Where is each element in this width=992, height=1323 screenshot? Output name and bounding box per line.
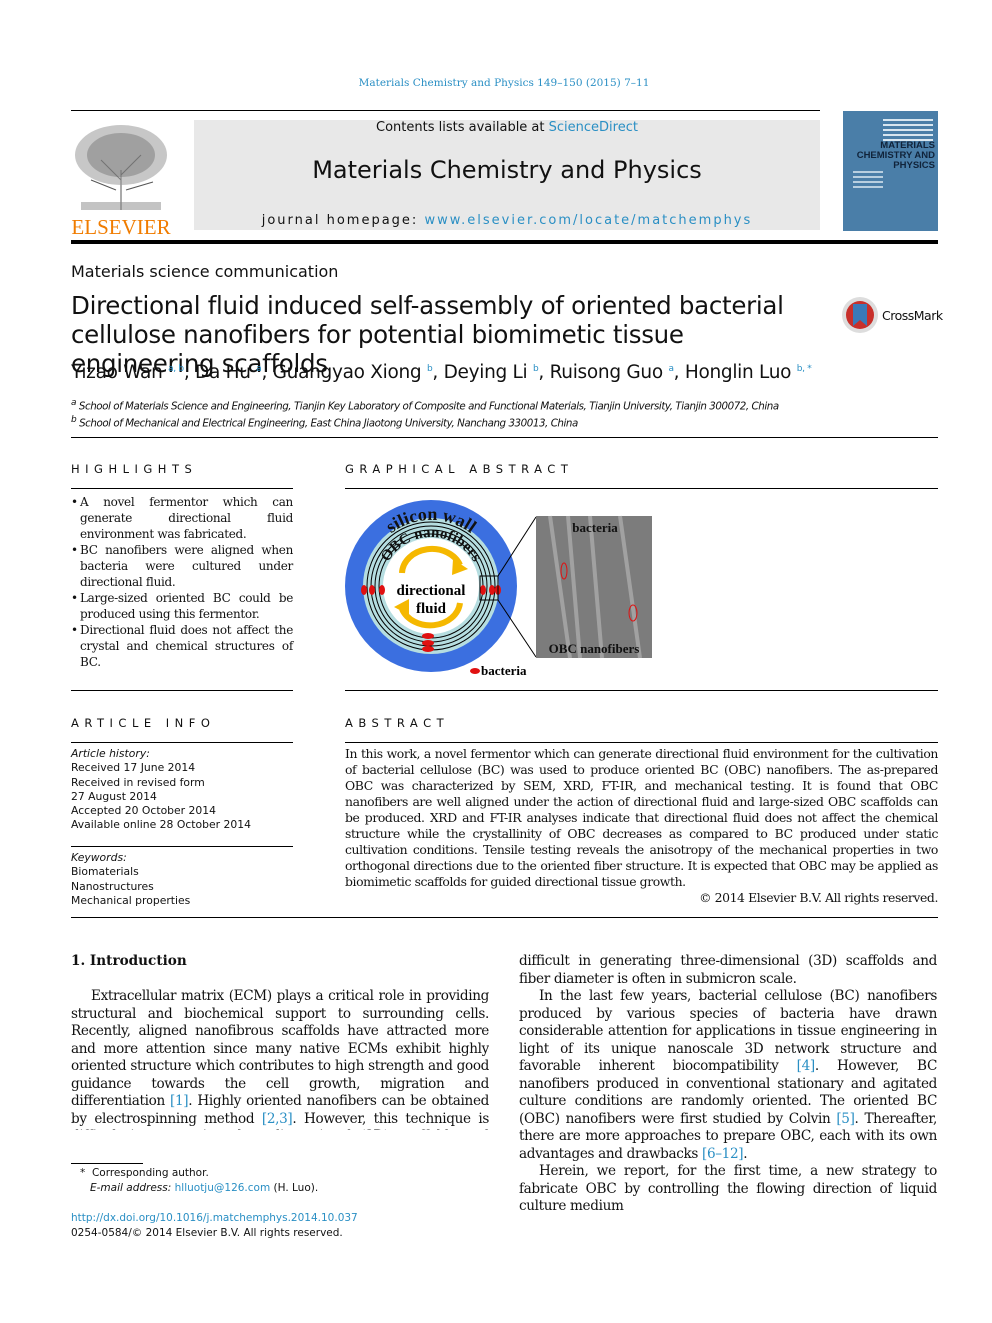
author-affiliation-mark[interactable]: b	[533, 364, 539, 374]
homepage-prefix: journal homepage:	[261, 213, 425, 228]
citation-link[interactable]: [2,3]	[262, 1111, 293, 1127]
author-list: Yizao Wan a, b, Da Hu a, Guangyao Xiong …	[71, 362, 812, 383]
sem-bacteria-label: bacteria	[572, 520, 618, 535]
abstract-heading: ABSTRACT	[345, 716, 450, 730]
highlight-item: Large-sized oriented BC could be produce…	[71, 590, 293, 622]
sem-obc-label: OBC nanofibers	[549, 641, 640, 656]
crossmark-button[interactable]: CrossMark	[841, 296, 943, 334]
author-affiliation-mark[interactable]: a, b	[168, 364, 184, 374]
highlight-item: A novel fermentor which can generate dir…	[71, 494, 293, 542]
homepage-link[interactable]: www.elsevier.com/locate/matchemphys	[424, 213, 752, 228]
citation-link[interactable]: [5]	[836, 1111, 855, 1127]
author-affiliation-mark[interactable]: a	[256, 364, 262, 374]
citation-link[interactable]: [6–12]	[702, 1146, 744, 1162]
issn-copyright: 0254-0584/© 2014 Elsevier B.V. All right…	[71, 1227, 343, 1239]
intro-left-column: Extracellular matrix (ECM) plays a criti…	[71, 988, 489, 1130]
bacteria-legend-icon	[470, 668, 480, 674]
sciencedirect-link[interactable]: ScienceDirect	[549, 120, 638, 135]
article-type: Materials science communication	[71, 262, 339, 281]
tree-icon	[71, 120, 171, 212]
footnote: * Corresponding author. E-mail address: …	[80, 1167, 319, 1194]
highlight-item: BC nanofibers were aligned when bacteria…	[71, 542, 293, 590]
header-rule	[71, 240, 938, 244]
citation-link[interactable]: [1]	[170, 1093, 189, 1109]
author[interactable]: Da Hu	[195, 362, 251, 383]
article-info-heading: ARTICLE INFO	[71, 716, 216, 730]
intro-heading: 1. Introduction	[71, 953, 187, 969]
author-affiliation-mark[interactable]: b	[427, 364, 433, 374]
keyword: Biomaterials	[71, 865, 139, 879]
affiliation-b: b School of Mechanical and Electrical En…	[71, 415, 578, 430]
keywords: Keywords: Biomaterials Nanostructures Mech…	[71, 851, 191, 907]
affiliations: a School of Materials Science and Engine…	[71, 396, 779, 431]
intro-paragraph-3: Herein, we report, for the first time, a…	[519, 1163, 937, 1214]
highlights-heading: HIGHLIGHTS	[71, 462, 198, 476]
crossmark-label: CrossMark	[882, 307, 943, 323]
graphical-abstract-figure: silicon wall OBC nanofibers directional …	[345, 500, 652, 678]
email-link[interactable]: hlluotju@126.com	[175, 1182, 271, 1194]
journal-cover[interactable]: MATERIALS CHEMISTRY AND PHYSICS	[843, 111, 938, 231]
highlight-item: Directional fluid does not affect the cr…	[71, 622, 293, 670]
doi-link[interactable]: http://dx.doi.org/10.1016/j.matchemphys.…	[71, 1211, 358, 1225]
intro-right-column: Extracellular matrix (ECM) plays a criti…	[519, 953, 937, 1216]
author-affiliation-mark[interactable]: a	[668, 364, 674, 374]
journal-header-box: Contents lists available at ScienceDirec…	[194, 120, 820, 230]
journal-reference[interactable]: Materials Chemistry and Physics 149–150 …	[0, 77, 992, 89]
author[interactable]: Deying Li	[444, 362, 528, 383]
author-affiliation-mark[interactable]: b, *	[797, 364, 812, 374]
author[interactable]: Ruisong Guo	[550, 362, 664, 383]
author[interactable]: Yizao Wan	[71, 362, 163, 383]
article-history: Article history: Received 17 June 2014 Re…	[71, 747, 251, 832]
keyword: Mechanical properties	[71, 893, 191, 907]
crossmark-icon	[842, 297, 878, 333]
bacteria-legend-label: bacteria	[481, 663, 527, 678]
abstract-copyright: © 2014 Elsevier B.V. All rights reserved…	[699, 890, 938, 905]
graphical-abstract-heading: GRAPHICAL ABSTRACT	[345, 462, 574, 476]
contents-prefix: Contents lists available at	[376, 120, 549, 135]
cover-title: MATERIALS CHEMISTRY AND PHYSICS	[856, 140, 935, 171]
elsevier-logo[interactable]: ELSEVIER	[71, 120, 171, 239]
intro-p1-continuation: Extracellular matrix (ECM) plays a criti…	[519, 953, 937, 987]
intro-paragraph-2: In the last few years, bacterial cellulo…	[519, 988, 938, 1162]
directional-label: directional	[397, 583, 466, 599]
abstract-text: In this work, a novel fermentor which ca…	[345, 746, 938, 905]
fluid-label: fluid	[416, 601, 447, 617]
author[interactable]: Guangyao Xiong	[273, 362, 422, 383]
affiliation-a: a School of Materials Science and Engine…	[71, 398, 779, 413]
publisher-name: ELSEVIER	[71, 215, 171, 239]
citation-link[interactable]: [4]	[797, 1058, 816, 1074]
keyword: Nanostructures	[71, 879, 154, 893]
author[interactable]: Honglin Luo	[685, 362, 792, 383]
paper-page: Materials Chemistry and Physics 149–150 …	[0, 0, 992, 1323]
journal-title: Materials Chemistry and Physics	[312, 156, 702, 184]
highlights-list: A novel fermentor which can generate dir…	[71, 494, 293, 670]
